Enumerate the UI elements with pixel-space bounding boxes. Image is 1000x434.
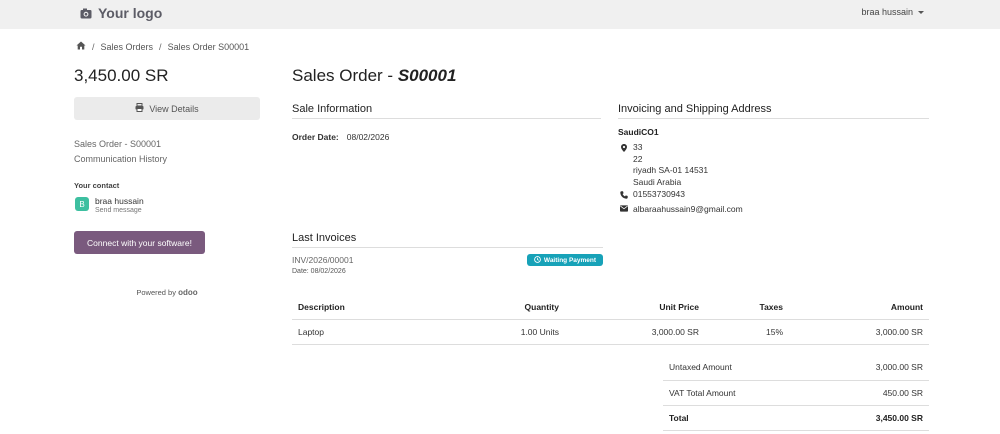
avatar: B (75, 197, 89, 211)
map-marker-icon (620, 143, 628, 152)
col-unit-price: Unit Price (565, 295, 705, 320)
order-date-value: 08/02/2026 (346, 132, 390, 142)
table-row: Laptop 1.00 Units 3,000.00 SR 15% 3,000.… (292, 319, 929, 345)
totals-row-vat: VAT Total Amount 450.00 SR (663, 380, 929, 406)
line-description: Laptop (292, 319, 499, 345)
page-title: Sales Order - S00001 (292, 66, 456, 86)
invoice-date: Date: 08/02/2026 (292, 268, 346, 275)
contact-name: braa hussain (95, 196, 144, 206)
address-line: riyadh SA-01 14531 (633, 165, 709, 175)
home-icon[interactable] (76, 41, 86, 52)
view-details-label: View Details (149, 103, 199, 114)
untaxed-label: Untaxed Amount (663, 355, 815, 381)
order-date: Order Date: 08/02/2026 (292, 132, 389, 142)
link-sales-order[interactable]: Sales Order - S00001 (74, 137, 167, 152)
untaxed-value: 3,000.00 SR (814, 355, 929, 381)
vat-label: VAT Total Amount (663, 380, 815, 406)
order-lines-table: Description Quantity Unit Price Taxes Am… (292, 295, 929, 345)
view-details-button[interactable]: View Details (74, 97, 260, 120)
address-line: 22 (633, 153, 643, 164)
invoice-link[interactable]: INV/2026/00001 (292, 255, 353, 265)
link-communication-history[interactable]: Communication History (74, 152, 167, 167)
breadcrumb: / Sales Orders / Sales Order S00001 (76, 41, 249, 52)
phone-icon (620, 190, 628, 199)
total-value: 3,450.00 SR (814, 405, 929, 431)
breadcrumb-separator: / (159, 41, 162, 52)
clock-icon (534, 255, 541, 265)
status-badge: Waiting Payment (527, 254, 603, 266)
total-label: Total (663, 405, 815, 431)
user-name: braa hussain (861, 7, 913, 17)
address-phone: 01553730943 (633, 189, 686, 199)
line-amount: 3,000.00 SR (789, 319, 929, 345)
breadcrumb-sales-orders[interactable]: Sales Orders (101, 42, 154, 52)
order-date-label: Order Date: (292, 132, 339, 142)
breadcrumb-current: Sales Order S00001 (167, 41, 250, 52)
sale-information-heading: Sale Information (292, 103, 601, 119)
order-number: S00001 (397, 66, 457, 85)
totals-row-untaxed: Untaxed Amount 3,000.00 SR (663, 355, 929, 381)
col-description: Description (292, 295, 499, 320)
contact-card: B braa hussain Send message (75, 196, 144, 215)
col-quantity: Quantity (499, 295, 565, 320)
address-company: SaudiCO1 (618, 127, 659, 137)
sidebar-links: Sales Order - S00001 Communication Histo… (74, 137, 167, 166)
line-taxes: 15% (705, 319, 789, 345)
sidebar-total-amount: 3,450.00 SR (74, 66, 169, 85)
address-heading: Invoicing and Shipping Address (618, 103, 929, 119)
caret-down-icon (918, 10, 924, 14)
col-taxes: Taxes (705, 295, 789, 320)
breadcrumb-separator: / (92, 41, 95, 52)
contact-heading: Your contact (74, 181, 120, 190)
logo-text: Your logo (98, 5, 163, 21)
connect-software-button[interactable]: Connect with your software! (74, 231, 205, 254)
totals-row-total: Total 3,450.00 SR (663, 405, 929, 431)
table-header-row: Description Quantity Unit Price Taxes Am… (292, 295, 929, 320)
print-icon (135, 103, 144, 114)
envelope-icon (620, 205, 628, 212)
address-email: albaraahussain9@gmail.com (633, 203, 743, 214)
line-unit-price: 3,000.00 SR (565, 319, 705, 345)
company-logo[interactable]: Your logo (80, 3, 162, 23)
address-line: Saudi Arabia (633, 176, 682, 187)
address-line: 33 (633, 142, 643, 152)
powered-by: Powered by odoo (74, 288, 260, 297)
powered-by-label: Powered by (136, 288, 176, 297)
title-prefix: Sales Order - (292, 66, 398, 85)
status-badge-label: Waiting Payment (543, 256, 597, 264)
user-menu[interactable]: braa hussain (861, 7, 924, 17)
totals-table: Untaxed Amount 3,000.00 SR VAT Total Amo… (663, 355, 929, 431)
address-block: 33 22 riyadh SA-01 14531 Saudi Arabia 01… (620, 142, 743, 215)
last-invoices-heading: Last Invoices (292, 232, 603, 248)
col-amount: Amount (789, 295, 929, 320)
line-quantity: 1.00 Units (499, 319, 565, 345)
top-navbar: Your logo braa hussain (0, 0, 1000, 29)
vat-value: 450.00 SR (814, 380, 929, 406)
send-message-link[interactable]: Send message (95, 206, 144, 215)
camera-icon (80, 8, 92, 19)
odoo-brand-link[interactable]: odoo (178, 288, 198, 297)
